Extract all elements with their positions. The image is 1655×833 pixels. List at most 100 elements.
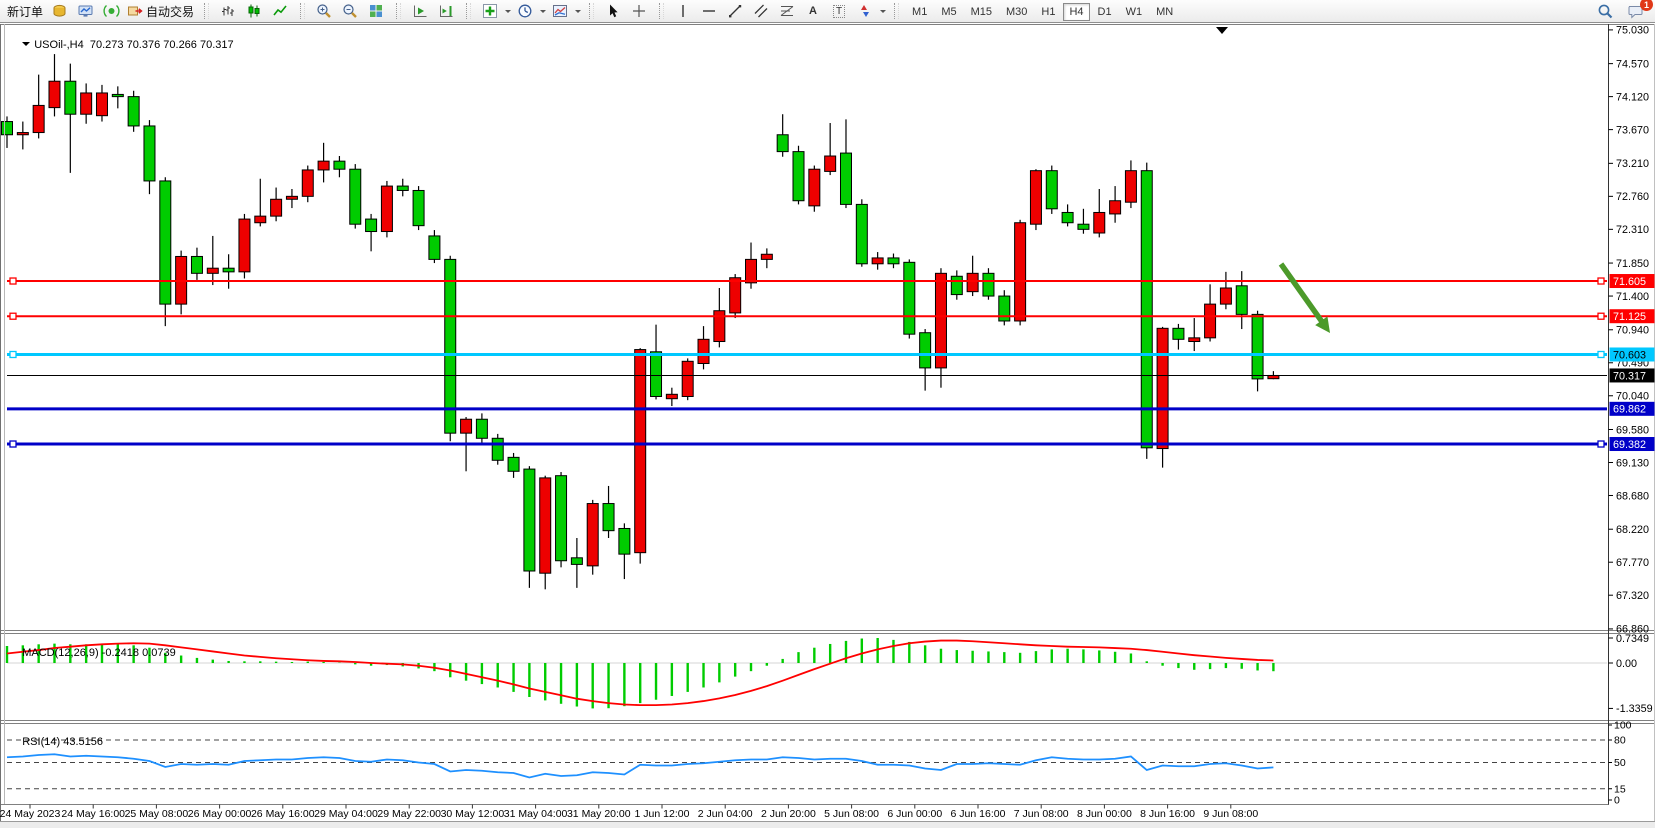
timeframe-group: M1M5M15M30H1H4D1W1MN [905, 2, 1180, 21]
zoom-out-icon[interactable] [338, 1, 362, 21]
candle-down [651, 352, 662, 397]
candle-down [112, 94, 123, 96]
line-handle[interactable] [1598, 351, 1604, 357]
rsi-value: 43.5156 [63, 736, 103, 748]
toolbar: 新订单 自动交易 [0, 0, 1655, 23]
candle-up [666, 394, 677, 398]
vertical-line-icon[interactable] [671, 1, 695, 21]
line-handle[interactable] [10, 441, 16, 447]
auto-scroll-icon[interactable] [408, 1, 432, 21]
rsi-indicator-label: RSI(14) 43.5156 [10, 724, 103, 760]
rsi-axis-label: 80 [1614, 735, 1626, 747]
dropdown-arrow-icon[interactable] [880, 10, 886, 16]
zoom-in-icon[interactable] [312, 1, 336, 21]
candle-down [1062, 212, 1073, 222]
chart-shift-icon[interactable] [434, 1, 458, 21]
arrows-tool-icon[interactable] [853, 1, 877, 21]
text-label-icon[interactable]: T [827, 1, 851, 21]
timeframe-button-m30[interactable]: M30 [1000, 3, 1033, 21]
candle-down [1078, 224, 1089, 229]
dropdown-arrow-icon[interactable] [575, 10, 581, 16]
time-tick-label: 2 Jun 04:00 [698, 808, 753, 820]
candle-up [1015, 223, 1026, 321]
candle-up [17, 133, 28, 135]
chart-background [0, 24, 1655, 828]
timeframe-button-h4[interactable]: H4 [1063, 3, 1089, 21]
toolbar-separator [589, 3, 594, 19]
time-tick-label: 29 May 04:00 [314, 808, 378, 820]
price-line-label: 70.317 [1610, 368, 1655, 382]
price-tick-label: 72.310 [1616, 224, 1649, 236]
dropdown-arrow-icon[interactable] [505, 10, 511, 16]
symbol-dropdown-icon[interactable] [22, 42, 30, 50]
signal-icon[interactable] [99, 1, 123, 21]
time-tick-label: 29 May 22:00 [377, 808, 441, 820]
timeframe-button-mn[interactable]: MN [1150, 3, 1179, 21]
fibonacci-icon[interactable] [775, 1, 799, 21]
timeframe-button-m5[interactable]: M5 [935, 3, 962, 21]
timeframe-button-m15[interactable]: M15 [965, 3, 998, 21]
symbol-ohlc: 70.273 70.376 70.266 70.317 [90, 39, 234, 51]
dropdown-arrow-icon[interactable] [540, 10, 546, 16]
price-tick-label: 69.580 [1616, 424, 1649, 436]
notification-badge: 1 [1640, 0, 1653, 11]
candle-down [904, 262, 915, 334]
candle-down [556, 476, 567, 561]
candle-down [223, 268, 234, 272]
line-handle[interactable] [10, 313, 16, 319]
candle-down [445, 259, 456, 433]
trendline-icon[interactable] [723, 1, 747, 21]
timeframe-button-d1[interactable]: D1 [1092, 3, 1118, 21]
price-tick-label: 74.120 [1616, 91, 1649, 103]
time-tick-label: 26 May 16:00 [251, 808, 315, 820]
line-handle[interactable] [10, 278, 16, 284]
time-tick-label: 24 May 2023 [0, 808, 61, 820]
cursor-icon[interactable] [601, 1, 625, 21]
crosshair-icon[interactable] [627, 1, 651, 21]
toolbar-separator [396, 3, 401, 19]
new-order-button[interactable]: 新订单 [5, 1, 45, 21]
bar-chart-icon[interactable] [216, 1, 240, 21]
timeframe-button-w1[interactable]: W1 [1120, 3, 1149, 21]
terminal-icon[interactable] [73, 1, 97, 21]
time-tick-label: 9 Jun 08:00 [1203, 808, 1258, 820]
templates-icon[interactable] [548, 1, 572, 21]
line-handle[interactable] [1598, 313, 1604, 319]
timeframes-clock-icon[interactable] [513, 1, 537, 21]
candle-down [160, 181, 171, 304]
tile-windows-icon[interactable] [364, 1, 388, 21]
candle-up [207, 268, 218, 273]
text-tool-icon[interactable]: A [801, 1, 825, 21]
line-chart-icon[interactable] [268, 1, 292, 21]
timeframe-button-h1[interactable]: H1 [1035, 3, 1061, 21]
candlestick-chart-icon[interactable] [242, 1, 266, 21]
chart-canvas[interactable]: 75.03074.57074.12073.67073.21072.76072.3… [0, 24, 1655, 828]
auto-trading-button[interactable]: 自动交易 [125, 1, 196, 21]
candle-down [2, 122, 13, 135]
chart-window[interactable]: 75.03074.57074.12073.67073.21072.76072.3… [0, 24, 1655, 828]
channel-icon[interactable] [749, 1, 773, 21]
time-tick-label: 8 Jun 00:00 [1077, 808, 1132, 820]
candle-down [793, 152, 804, 201]
time-tick-label: 8 Jun 16:00 [1140, 808, 1195, 820]
candle-up [1125, 171, 1136, 203]
candle-up [81, 93, 92, 114]
timeframe-button-m1[interactable]: M1 [906, 3, 933, 21]
coins-icon[interactable] [47, 1, 71, 21]
horizontal-line-icon[interactable] [697, 1, 721, 21]
line-handle[interactable] [1598, 441, 1604, 447]
indicators-icon[interactable] [478, 1, 502, 21]
candle-down [920, 333, 931, 368]
search-icon[interactable] [1593, 1, 1617, 21]
svg-text:70.603: 70.603 [1613, 349, 1646, 361]
line-handle[interactable] [10, 351, 16, 357]
candle-up [381, 186, 392, 231]
symbol-title: USOil-,H4 70.273 70.376 70.266 70.317 [10, 27, 234, 63]
candle-down [856, 204, 867, 263]
line-handle[interactable] [1598, 278, 1604, 284]
candle-up [730, 278, 741, 313]
candle-up [461, 419, 472, 433]
auto-trading-label: 自动交易 [146, 3, 194, 20]
notifications-icon[interactable]: 1 [1624, 1, 1648, 21]
candle-down [619, 528, 630, 554]
